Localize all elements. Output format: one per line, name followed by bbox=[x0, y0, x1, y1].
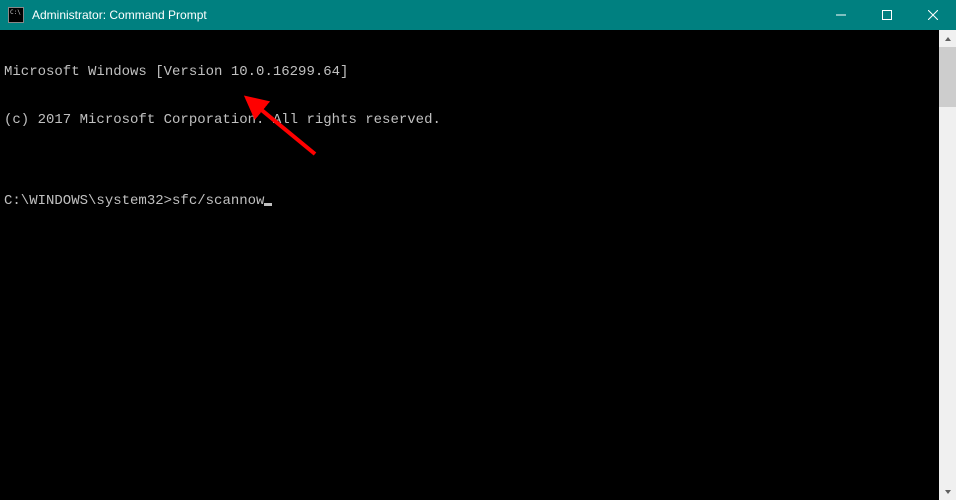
chevron-up-icon bbox=[944, 35, 952, 43]
terminal-prompt-line: C:\WINDOWS\system32>sfc/scannow bbox=[4, 193, 935, 209]
cmd-icon bbox=[8, 7, 24, 23]
terminal-prompt: C:\WINDOWS\system32> bbox=[4, 193, 172, 209]
close-icon bbox=[928, 10, 938, 20]
scroll-up-button[interactable] bbox=[939, 30, 956, 47]
terminal-cursor bbox=[264, 203, 272, 206]
window-controls bbox=[818, 0, 956, 30]
client-area: Microsoft Windows [Version 10.0.16299.64… bbox=[0, 30, 956, 500]
chevron-down-icon bbox=[944, 488, 952, 496]
titlebar[interactable]: Administrator: Command Prompt bbox=[0, 0, 956, 30]
cmd-window: Administrator: Command Prompt Microsoft … bbox=[0, 0, 956, 500]
maximize-icon bbox=[882, 10, 892, 20]
vertical-scrollbar[interactable] bbox=[939, 30, 956, 500]
scrollbar-thumb[interactable] bbox=[939, 47, 956, 107]
terminal[interactable]: Microsoft Windows [Version 10.0.16299.64… bbox=[0, 30, 939, 500]
scrollbar-track[interactable] bbox=[939, 47, 956, 483]
terminal-command[interactable]: sfc/scannow bbox=[172, 193, 264, 209]
terminal-output-line: Microsoft Windows [Version 10.0.16299.64… bbox=[4, 64, 935, 80]
close-button[interactable] bbox=[910, 0, 956, 30]
terminal-output-line: (c) 2017 Microsoft Corporation. All righ… bbox=[4, 112, 935, 128]
maximize-button[interactable] bbox=[864, 0, 910, 30]
minimize-button[interactable] bbox=[818, 0, 864, 30]
window-title: Administrator: Command Prompt bbox=[30, 8, 818, 22]
scroll-down-button[interactable] bbox=[939, 483, 956, 500]
minimize-icon bbox=[836, 10, 846, 20]
